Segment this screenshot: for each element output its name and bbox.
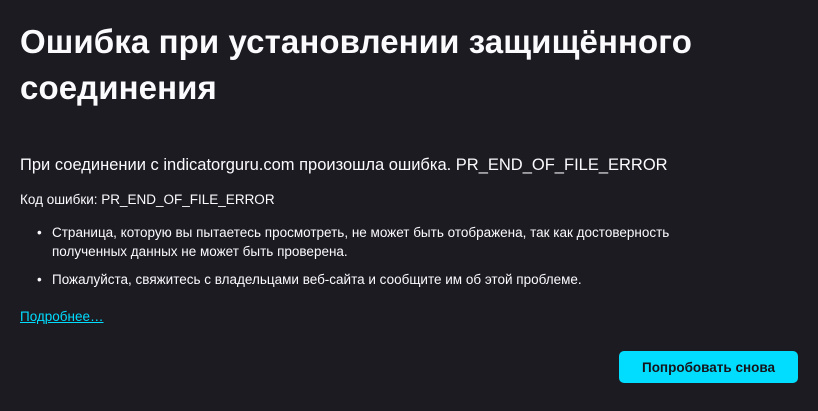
bullet-icon: • xyxy=(37,225,42,240)
learn-more-link[interactable]: Подробнее… xyxy=(20,308,104,326)
error-page: Ошибка при установлении защищённого соед… xyxy=(0,0,818,411)
list-item: • Страница, которую вы пытаетесь просмот… xyxy=(20,223,732,261)
list-item: • Пожалуйста, свяжитесь с владельцами ве… xyxy=(20,270,732,289)
list-item-text: Пожалуйста, свяжитесь с владельцами веб-… xyxy=(52,272,582,287)
page-title: Ошибка при установлении защищённого соед… xyxy=(20,23,692,106)
error-code: Код ошибки: PR_END_OF_FILE_ERROR xyxy=(20,192,275,207)
error-short-description: При соединении с indicatorguru.com произ… xyxy=(20,156,668,174)
bullet-icon: • xyxy=(37,272,42,287)
error-details-list: • Страница, которую вы пытаетесь просмот… xyxy=(20,223,798,289)
try-again-button[interactable]: Попробовать снова xyxy=(618,351,798,383)
list-item-text: Страница, которую вы пытаетесь просмотре… xyxy=(52,225,670,259)
